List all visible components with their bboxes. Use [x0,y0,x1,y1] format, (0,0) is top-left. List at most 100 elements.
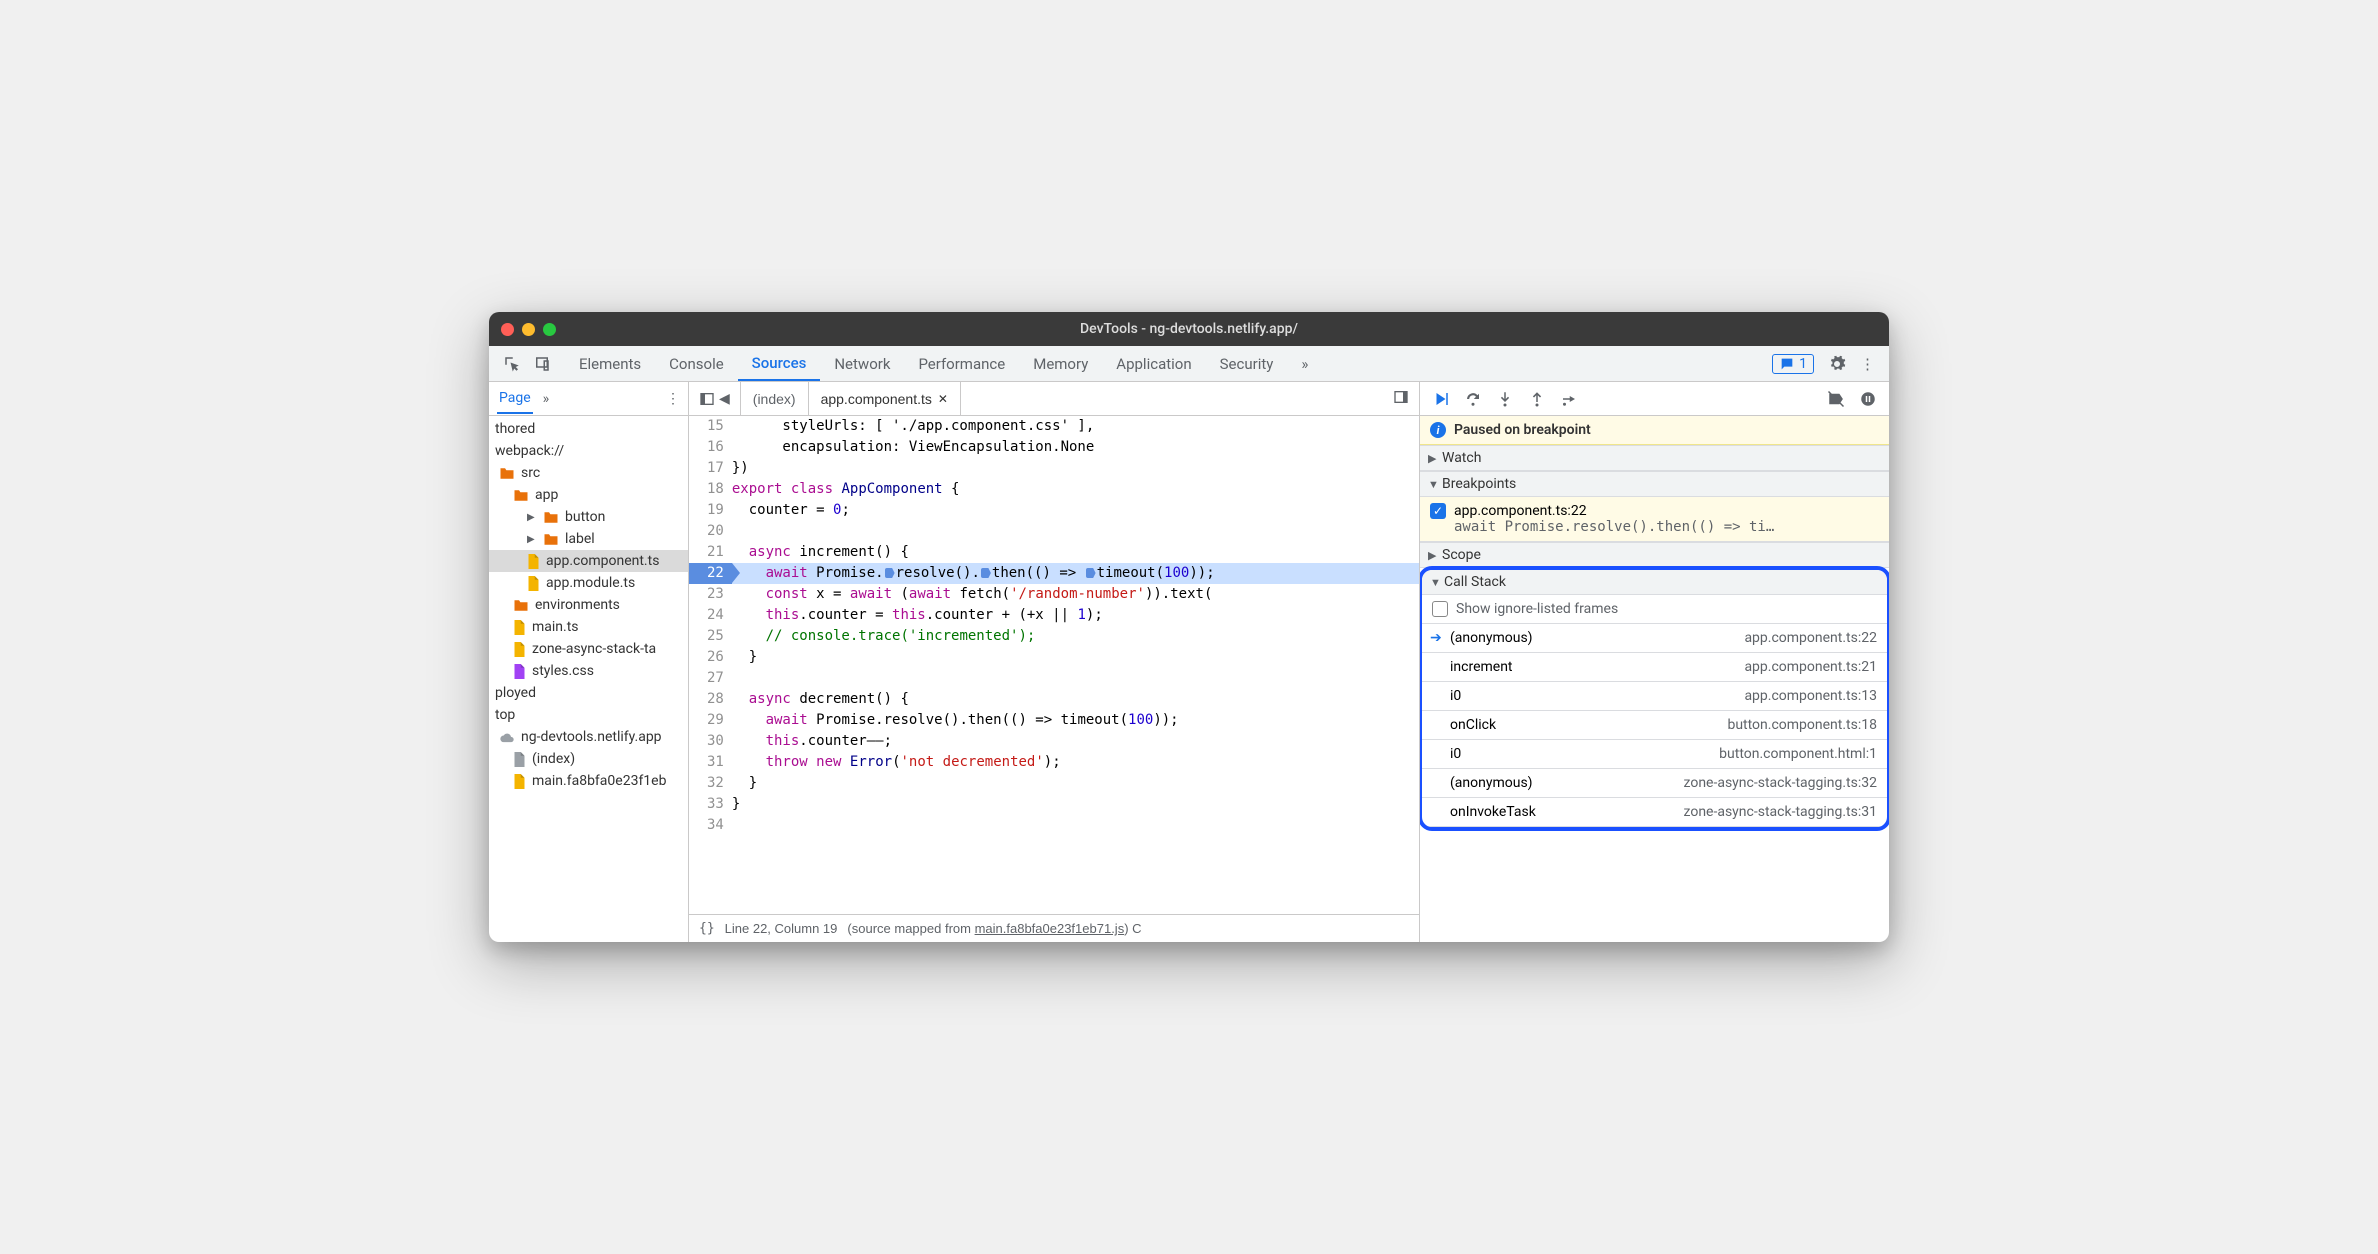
editor-tab[interactable]: app.component.ts✕ [809,382,961,415]
step-out-icon[interactable] [1528,390,1546,408]
callstack-frame[interactable]: onInvokeTaskzone-async-stack-tagging.ts:… [1422,798,1887,827]
tree-item[interactable]: webpack:// [489,440,688,462]
navigator-more-icon[interactable]: » [543,391,550,407]
pause-exceptions-icon[interactable] [1859,390,1877,408]
tree-item[interactable]: app [489,484,688,506]
tree-item-label: app.module.ts [546,575,635,591]
section-scope[interactable]: ▶ Scope [1420,542,1889,568]
code-line[interactable]: await Promise.resolve().then(() => timeo… [732,710,1419,731]
tree-item[interactable]: ployed [489,682,688,704]
toggle-debugger-icon[interactable] [1393,389,1409,405]
tree-item[interactable]: main.fa8bfa0e23f1eb [489,770,688,792]
code-line[interactable]: throw new Error('not decremented'); [732,752,1419,773]
toggle-navigator-icon[interactable] [699,391,715,407]
navigator-menu-icon[interactable]: ⋮ [666,397,680,401]
tree-item[interactable]: ng-devtools.netlify.app [489,726,688,748]
code-line[interactable]: } [732,647,1419,668]
section-watch[interactable]: ▶ Watch [1420,445,1889,471]
close-icon[interactable] [501,323,514,336]
section-breakpoints[interactable]: ▼ Breakpoints [1420,471,1889,497]
code-line[interactable]: } [732,773,1419,794]
maximize-icon[interactable] [543,323,556,336]
frame-location[interactable]: button.component.html:1 [1719,746,1877,762]
callstack-frame[interactable]: incrementapp.component.ts:21 [1422,653,1887,682]
frame-location[interactable]: app.component.ts:21 [1744,659,1877,675]
frame-location[interactable]: zone-async-stack-tagging.ts:31 [1684,804,1878,820]
code-line[interactable]: this.counter––; [732,731,1419,752]
main-tab-memory[interactable]: Memory [1019,346,1102,381]
editor-tab[interactable]: (index) [741,382,809,415]
main-tab-sources[interactable]: Sources [738,346,821,381]
code-line[interactable]: async decrement() { [732,689,1419,710]
tree-item[interactable]: main.ts [489,616,688,638]
navigator-tab-page[interactable]: Page [497,383,533,414]
callstack-frame[interactable]: onClickbutton.component.ts:18 [1422,711,1887,740]
tree-item[interactable]: src [489,462,688,484]
frame-location[interactable]: app.component.ts:22 [1744,630,1877,646]
code-line[interactable]: await Promise.resolve().then(() => timeo… [732,563,1419,584]
code-line[interactable]: export class AppComponent { [732,479,1419,500]
main-tab-elements[interactable]: Elements [565,346,655,381]
frame-location[interactable]: zone-async-stack-tagging.ts:32 [1684,775,1878,791]
code-line[interactable] [732,521,1419,542]
callstack-frame[interactable]: i0app.component.ts:13 [1422,682,1887,711]
inspect-icon[interactable] [503,355,521,373]
main-tab-console[interactable]: Console [655,346,738,381]
tree-item[interactable]: app.module.ts [489,572,688,594]
file-tree[interactable]: thoredwebpack://srcapp▶button▶labelapp.c… [489,416,688,942]
kebab-menu-icon[interactable]: ⋮ [1860,362,1875,366]
code-line[interactable]: } [732,794,1419,815]
tree-item[interactable]: top [489,704,688,726]
tree-item[interactable]: (index) [489,748,688,770]
frame-location[interactable]: app.component.ts:13 [1744,688,1877,704]
frame-location[interactable]: button.component.ts:18 [1727,717,1877,733]
tree-item[interactable]: thored [489,418,688,440]
more-tabs-button[interactable]: » [1287,346,1322,381]
tree-item[interactable]: styles.css [489,660,688,682]
pretty-print-button[interactable]: {} [699,921,715,936]
tree-item[interactable]: ▶label [489,528,688,550]
code-line[interactable] [732,815,1419,836]
checkbox-checked-icon[interactable]: ✓ [1430,503,1446,519]
breakpoint-item[interactable]: ✓ app.component.ts:22 await Promise.reso… [1420,497,1889,542]
tree-item[interactable]: zone-async-stack-ta [489,638,688,660]
code-line[interactable]: }) [732,458,1419,479]
main-tab-network[interactable]: Network [820,346,904,381]
main-tab-performance[interactable]: Performance [904,346,1019,381]
gear-icon[interactable] [1828,355,1846,373]
code-line[interactable]: encapsulation: ViewEncapsulation.None [732,437,1419,458]
step-into-icon[interactable] [1496,390,1514,408]
resume-icon[interactable] [1432,390,1450,408]
code-area[interactable]: 1516171819202122232425262728293031323334… [689,416,1419,914]
nav-back-icon[interactable]: ◀ [719,390,730,407]
chevron-right-icon: ▶ [1428,549,1438,562]
main-tab-security[interactable]: Security [1206,346,1288,381]
code-line[interactable]: styleUrls: [ './app.component.css' ], [732,416,1419,437]
close-tab-icon[interactable]: ✕ [938,392,948,406]
callstack-frame[interactable]: (anonymous)zone-async-stack-tagging.ts:3… [1422,769,1887,798]
step-over-icon[interactable] [1464,390,1482,408]
checkbox-empty-icon[interactable] [1432,601,1448,617]
code-line[interactable]: counter = 0; [732,500,1419,521]
step-icon[interactable] [1560,390,1578,408]
minimize-icon[interactable] [522,323,535,336]
callstack-frame[interactable]: ➔(anonymous)app.component.ts:22 [1422,624,1887,653]
code-line[interactable]: const x = await (await fetch('/random-nu… [732,584,1419,605]
line-gutter[interactable]: 1516171819202122232425262728293031323334 [689,416,732,914]
issues-badge[interactable]: 1 [1772,354,1814,374]
section-callstack[interactable]: ▼ Call Stack [1422,570,1887,595]
tree-item[interactable]: app.component.ts [489,550,688,572]
code-lines[interactable]: styleUrls: [ './app.component.css' ], en… [732,416,1419,914]
deactivate-breakpoints-icon[interactable] [1827,390,1845,408]
tree-item[interactable]: ▶button [489,506,688,528]
source-map-link[interactable]: main.fa8bfa0e23f1eb71.js [975,921,1125,936]
main-tab-application[interactable]: Application [1102,346,1205,381]
code-line[interactable]: // console.trace('incremented'); [732,626,1419,647]
tree-item[interactable]: environments [489,594,688,616]
code-line[interactable]: this.counter = this.counter + (+x || 1); [732,605,1419,626]
code-line[interactable]: async increment() { [732,542,1419,563]
code-line[interactable] [732,668,1419,689]
device-toggle-icon[interactable] [533,355,551,373]
show-ignored-row[interactable]: Show ignore-listed frames [1422,595,1887,624]
callstack-frame[interactable]: i0button.component.html:1 [1422,740,1887,769]
